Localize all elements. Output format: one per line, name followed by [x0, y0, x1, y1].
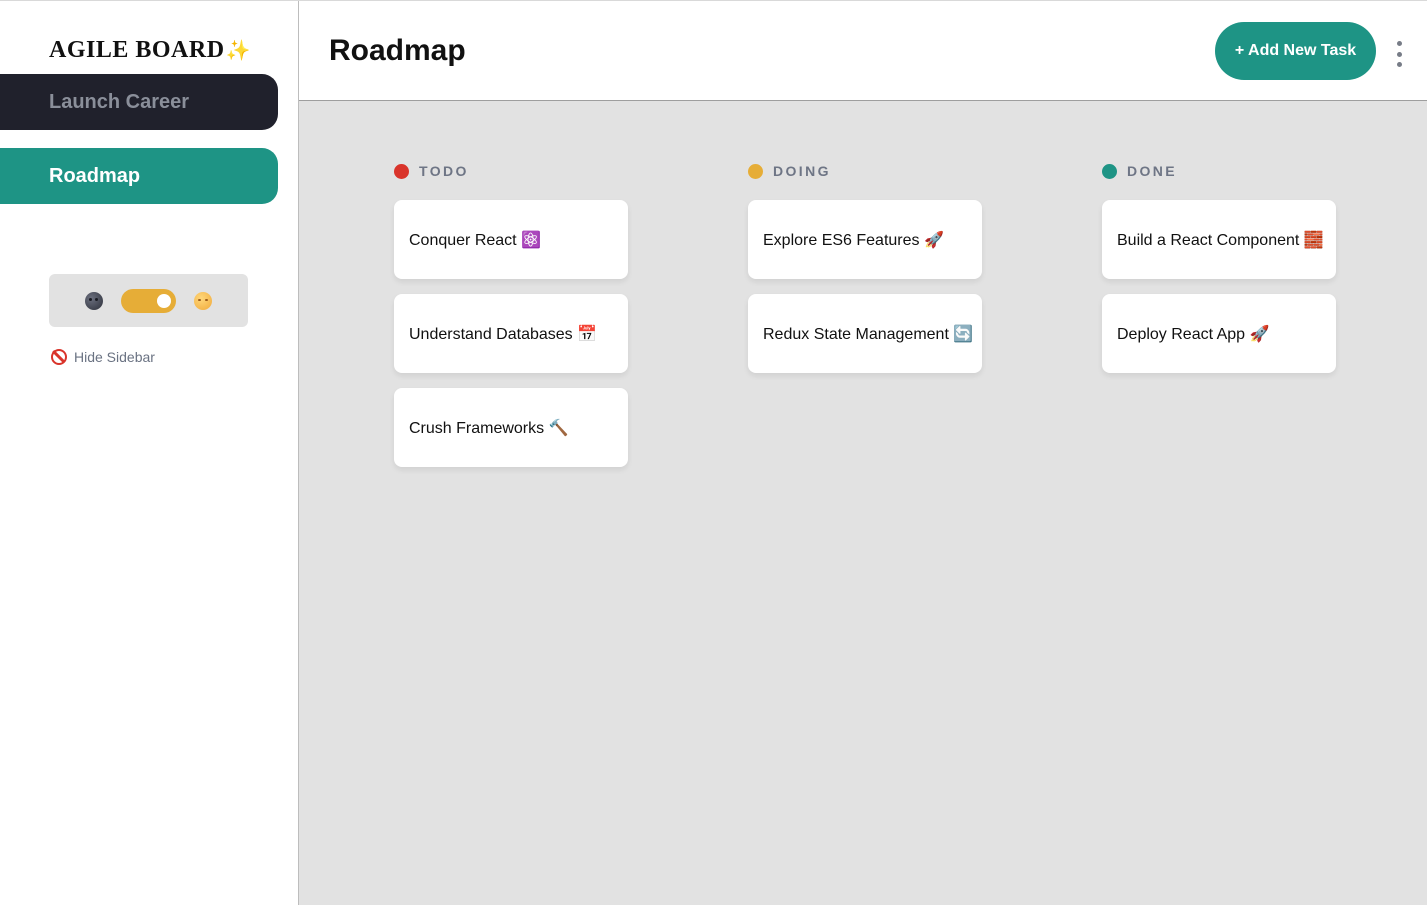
task-card[interactable]: Crush Frameworks 🔨: [394, 388, 628, 467]
menu-dot: [1396, 51, 1402, 57]
task-title: Deploy React App 🚀: [1117, 325, 1270, 343]
page-title: Roadmap: [329, 34, 466, 67]
sidebar-item-launch-career[interactable]: Launch Career: [0, 74, 278, 130]
task-title: Build a React Component 🧱: [1117, 231, 1324, 249]
status-dot: [394, 163, 409, 179]
no-entry-icon: [51, 349, 67, 365]
column-title: TODO: [419, 163, 469, 179]
column-doing: DOING Explore ES6 Features 🚀 Redux State…: [748, 161, 982, 373]
logo-text: AGILE BOARD: [49, 37, 225, 63]
column-todo: TODO Conquer React ⚛️ Understand Databas…: [394, 161, 628, 467]
column-header: TODO: [394, 161, 628, 181]
sidebar: AGILE BOARD✨ Launch Career Roadmap Hide …: [0, 1, 299, 905]
column-done: DONE Build a React Component 🧱 Deploy Re…: [1102, 161, 1336, 373]
menu-dot: [1396, 41, 1402, 46]
task-card[interactable]: Explore ES6 Features 🚀: [748, 200, 982, 279]
task-title: Crush Frameworks 🔨: [409, 419, 569, 437]
task-title: Explore ES6 Features 🚀: [763, 231, 944, 249]
moon-icon: [85, 291, 103, 310]
column-header: DOING: [748, 161, 982, 181]
add-new-task-button[interactable]: + Add New Task: [1215, 22, 1376, 80]
task-title: Conquer React ⚛️: [409, 231, 541, 249]
hide-sidebar-button[interactable]: Hide Sidebar: [51, 349, 155, 365]
theme-toggle: [49, 274, 248, 327]
task-card[interactable]: Deploy React App 🚀: [1102, 294, 1336, 373]
task-card[interactable]: Redux State Management 🔄: [748, 294, 982, 373]
header: Roadmap + Add New Task: [299, 1, 1427, 101]
column-header: DONE: [1102, 161, 1336, 181]
sun-icon: [194, 291, 212, 310]
task-card[interactable]: Build a React Component 🧱: [1102, 200, 1336, 279]
hide-sidebar-label: Hide Sidebar: [74, 349, 155, 365]
app-logo: AGILE BOARD✨: [49, 37, 251, 64]
status-dot: [1102, 163, 1117, 179]
task-title: Understand Databases 📅: [409, 325, 598, 343]
status-dot: [748, 163, 763, 179]
sidebar-item-label: Roadmap: [49, 164, 141, 187]
task-card[interactable]: Conquer React ⚛️: [394, 200, 628, 279]
task-title: Redux State Management 🔄: [763, 325, 974, 343]
switch-knob: [157, 293, 171, 308]
app-window: AGILE BOARD✨ Launch Career Roadmap Hide …: [0, 0, 1427, 905]
menu-dot: [1396, 62, 1402, 67]
column-title: DONE: [1127, 163, 1178, 179]
sidebar-item-roadmap[interactable]: Roadmap: [0, 148, 278, 204]
task-card[interactable]: Understand Databases 📅: [394, 294, 628, 373]
sparkle-icon: ✨: [225, 40, 251, 62]
sidebar-item-label: Launch Career: [49, 90, 190, 113]
board: TODO Conquer React ⚛️ Understand Databas…: [299, 101, 1427, 905]
column-title: DOING: [773, 163, 831, 179]
theme-switch[interactable]: [121, 288, 176, 313]
more-options-icon[interactable]: [1392, 39, 1406, 69]
